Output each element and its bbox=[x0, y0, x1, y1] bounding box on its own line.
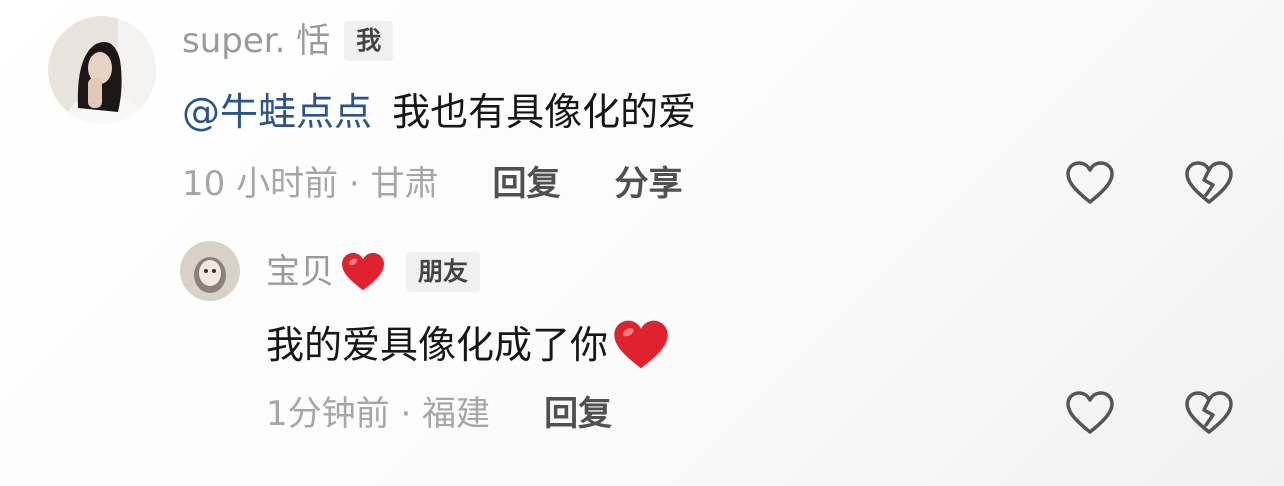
mention-link[interactable]: @牛蛙点点 bbox=[182, 90, 372, 134]
friend-tag: 朋友 bbox=[406, 252, 481, 292]
comment-meta-row: 10 小时前 · 甘肃 回复 分享 bbox=[182, 164, 683, 204]
username[interactable]: 宝贝 bbox=[266, 252, 334, 292]
reply-button[interactable]: 回复 bbox=[544, 394, 612, 434]
timestamp-location: 10 小时前 · 甘肃 bbox=[182, 164, 439, 204]
heart-outline-icon[interactable] bbox=[1065, 160, 1115, 206]
reply-button[interactable]: 回复 bbox=[493, 164, 561, 204]
comment-body: 我的爱具像化成了你 bbox=[266, 323, 609, 367]
comment-text: 我的爱具像化成了你 bbox=[266, 318, 670, 372]
avatar[interactable] bbox=[180, 241, 240, 301]
timestamp-location: 1分钟前 · 福建 bbox=[266, 394, 491, 434]
comment-text: @牛蛙点点 我也有具像化的爱 bbox=[182, 88, 696, 136]
comment-header: 宝贝 朋友 bbox=[266, 250, 481, 294]
heart-emoji bbox=[340, 251, 386, 293]
broken-heart-icon[interactable] bbox=[1184, 160, 1234, 206]
heart-emoji bbox=[612, 318, 670, 372]
author-tag: 我 bbox=[344, 21, 394, 61]
username[interactable]: super. 恬 bbox=[182, 21, 330, 61]
comment-header: super. 恬 我 bbox=[182, 20, 394, 62]
comment-body: 我也有具像化的爱 bbox=[392, 90, 697, 134]
heart-outline-icon[interactable] bbox=[1065, 390, 1115, 436]
comment-meta-row: 1分钟前 · 福建 回复 bbox=[266, 394, 612, 434]
avatar[interactable] bbox=[48, 16, 156, 124]
share-button[interactable]: 分享 bbox=[615, 164, 683, 204]
broken-heart-icon[interactable] bbox=[1184, 390, 1234, 436]
